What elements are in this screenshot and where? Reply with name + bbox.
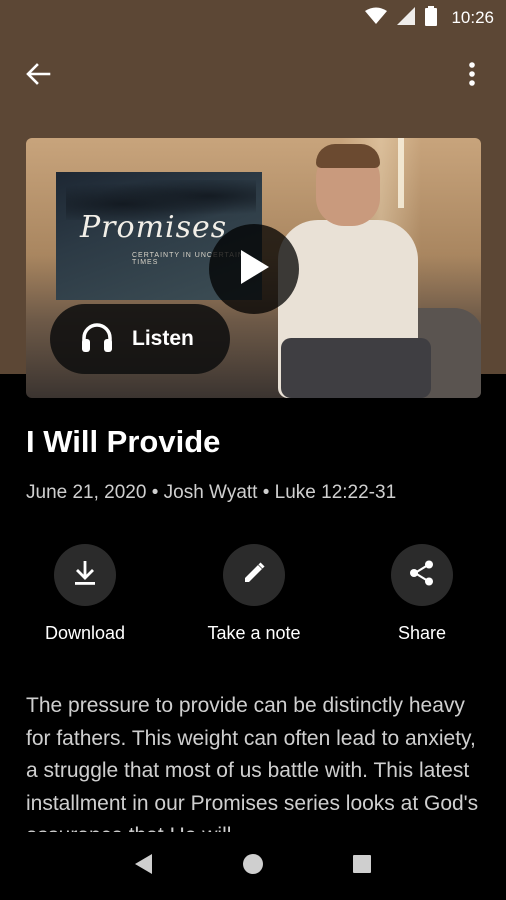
more-vert-icon [468,61,476,92]
sermon-title: I Will Provide [26,424,221,459]
status-time: 10:26 [451,8,494,27]
more-options-button[interactable] [452,56,492,96]
download-action[interactable]: Download [5,544,165,644]
sermon-description: The pressure to provide can be distinctl… [26,694,479,832]
back-triangle-icon [134,853,154,880]
speaker-hair [316,144,380,168]
sermon-meta: June 21, 2020 • Josh Wyatt • Luke 12:22-… [26,482,397,503]
arrow-back-icon [25,62,51,91]
video-thumbnail[interactable]: Promises CERTAINTY IN UNCERTAIN TIMES Li… [26,138,481,398]
back-button[interactable] [18,56,58,96]
pencil-icon [242,561,266,590]
share-label: Share [397,623,447,643]
lamp [398,138,404,208]
share-button[interactable] [391,544,453,606]
download-label: Download [44,623,126,643]
battery-icon [425,5,438,31]
series-title: Promises [80,210,228,245]
listen-button[interactable]: Listen [50,304,230,374]
recents-square-icon [352,854,372,879]
listen-label: Listen [132,327,194,350]
signal-icon [397,6,416,30]
app-bar [0,36,506,112]
home-circle-icon [242,853,264,880]
download-icon [72,559,98,592]
nav-home-button[interactable] [233,846,273,886]
wifi-icon [365,7,388,30]
status-bar: 10:26 [0,0,506,36]
download-button[interactable] [54,544,116,606]
take-note-button[interactable] [223,544,285,606]
take-note-action[interactable]: Take a note [174,544,334,644]
system-nav-bar [0,832,506,900]
share-icon [408,559,436,592]
headphones-icon [80,321,114,358]
share-action[interactable]: Share [342,544,502,644]
play-button[interactable] [209,224,299,314]
nav-recents-button[interactable] [342,846,382,886]
take-note-label: Take a note [207,623,301,643]
nav-back-button[interactable] [124,846,164,886]
speaker-legs [281,338,431,398]
play-icon [237,248,271,291]
